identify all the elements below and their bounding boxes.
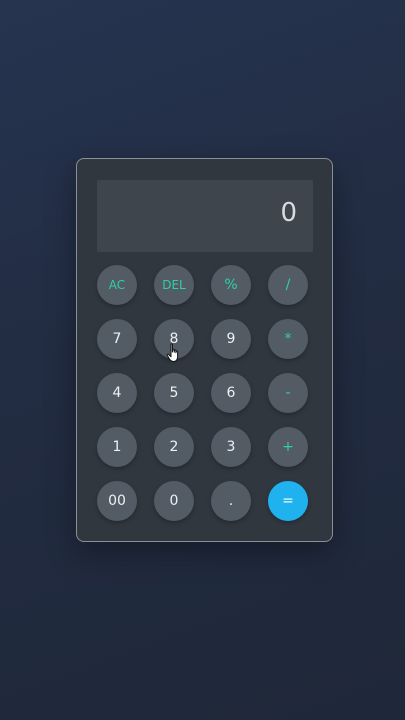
hand-pointer-icon xyxy=(166,343,179,362)
digit-4-button[interactable]: 4 xyxy=(97,373,137,413)
digit-5-button[interactable]: 5 xyxy=(154,373,194,413)
calculator-display: 0 xyxy=(97,180,313,252)
divide-button[interactable]: / xyxy=(268,265,308,305)
digit-7-button[interactable]: 7 xyxy=(97,319,137,359)
equals-button[interactable]: = xyxy=(268,481,308,521)
digit-9-button[interactable]: 9 xyxy=(211,319,251,359)
minus-button[interactable]: - xyxy=(268,373,308,413)
multiply-button[interactable]: * xyxy=(268,319,308,359)
percent-button[interactable]: % xyxy=(211,265,251,305)
calculator-panel: 0 AC DEL % / 7 8 9 * 4 5 6 - 1 2 3 + 00 … xyxy=(76,158,333,542)
digit-2-button[interactable]: 2 xyxy=(154,427,194,467)
digit-1-button[interactable]: 1 xyxy=(97,427,137,467)
digit-6-button[interactable]: 6 xyxy=(211,373,251,413)
double-zero-button[interactable]: 00 xyxy=(97,481,137,521)
digit-3-button[interactable]: 3 xyxy=(211,427,251,467)
digit-0-button[interactable]: 0 xyxy=(154,481,194,521)
clear-button[interactable]: AC xyxy=(97,265,137,305)
decimal-point-button[interactable]: . xyxy=(211,481,251,521)
delete-button[interactable]: DEL xyxy=(154,265,194,305)
plus-button[interactable]: + xyxy=(268,427,308,467)
display-value: 0 xyxy=(280,198,297,228)
